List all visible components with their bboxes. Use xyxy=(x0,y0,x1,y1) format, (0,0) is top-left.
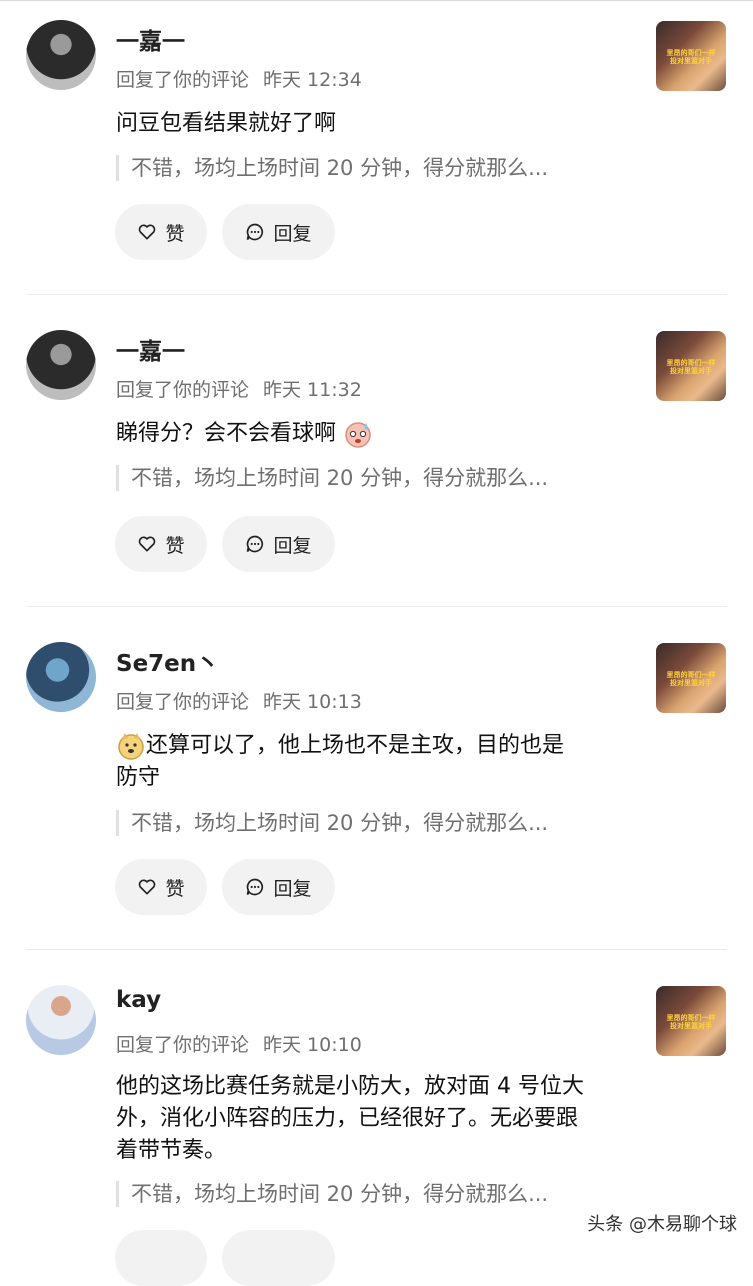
article-thumbnail[interactable]: 里昂的哥们一样 投对里篮对手 xyxy=(656,331,726,401)
like-button[interactable]: 赞 xyxy=(115,204,207,260)
avatar[interactable] xyxy=(26,20,96,90)
timestamp: 昨天 12:34 xyxy=(263,69,362,91)
reply-button[interactable] xyxy=(222,1230,335,1286)
chat-bubble-icon xyxy=(247,878,264,896)
comment-text-body: 睇得分？会不会看球啊 xyxy=(116,421,337,446)
chat-bubble-icon xyxy=(247,223,264,241)
action-text: 回复了你的评论 xyxy=(116,379,250,401)
reply-meta: 回复了你的评论 昨天 11:32 xyxy=(116,375,362,402)
timestamp: 昨天 11:32 xyxy=(263,379,362,401)
avatar[interactable] xyxy=(26,642,96,712)
thumbnail-caption: 里昂的哥们一样 投对里篮对手 xyxy=(666,359,716,375)
reply-label: 回复 xyxy=(273,877,312,900)
doge-emoji-icon xyxy=(118,733,144,760)
like-button[interactable]: 赞 xyxy=(115,859,207,915)
sweat-face-emoji-icon xyxy=(345,422,371,448)
quoted-comment[interactable]: 不错，场均上场时间 20 分钟，得分就那么... xyxy=(116,810,548,836)
username[interactable]: 一嘉一 xyxy=(116,332,185,366)
like-label: 赞 xyxy=(165,877,185,900)
quoted-comment[interactable]: 不错，场均上场时间 20 分钟，得分就那么... xyxy=(116,1181,548,1207)
divider xyxy=(26,606,727,607)
username[interactable]: Se7en丶 xyxy=(116,644,219,678)
action-text: 回复了你的评论 xyxy=(116,691,250,713)
comment-text: 睇得分？会不会看球啊 xyxy=(116,418,636,450)
comment-text-line: 他的这场比赛任务就是小防大，放对面 4 号位大 xyxy=(116,1074,584,1099)
top-border xyxy=(0,0,753,1)
thumbnail-caption: 里昂的哥们一样 投对里篮对手 xyxy=(666,671,716,687)
divider xyxy=(26,294,727,295)
comment-text-line: 着带节奏。 xyxy=(116,1138,227,1163)
divider xyxy=(26,949,727,950)
reply-button[interactable]: 回复 xyxy=(222,516,335,572)
username[interactable]: kay xyxy=(116,987,161,1013)
article-thumbnail[interactable]: 里昂的哥们一样 投对里篮对手 xyxy=(656,643,726,713)
reply-button[interactable]: 回复 xyxy=(222,859,335,915)
thumbnail-caption: 里昂的哥们一样 投对里篮对手 xyxy=(666,49,716,65)
reply-meta: 回复了你的评论 昨天 10:13 xyxy=(116,687,362,714)
reply-meta: 回复了你的评论 昨天 10:10 xyxy=(116,1030,362,1057)
reply-label: 回复 xyxy=(273,222,312,245)
comment-text: 问豆包看结果就好了啊 xyxy=(116,111,337,136)
quoted-comment[interactable]: 不错，场均上场时间 20 分钟，得分就那么... xyxy=(116,465,548,491)
comment-text-line: 还算可以了，他上场也不是主攻，目的也是 xyxy=(146,733,565,758)
avatar[interactable] xyxy=(26,985,96,1055)
heart-icon xyxy=(139,224,156,240)
reply-meta: 回复了你的评论 昨天 12:34 xyxy=(116,65,362,92)
comment-text: 还算可以了，他上场也不是主攻，目的也是 防守 xyxy=(116,730,636,794)
like-button[interactable] xyxy=(115,1230,207,1286)
comment-text-line: 外，消化小阵容的压力，已经很好了。无必要跟 xyxy=(116,1106,579,1131)
timestamp: 昨天 10:13 xyxy=(263,691,362,713)
reply-button[interactable]: 回复 xyxy=(222,204,335,260)
heart-icon xyxy=(139,879,156,895)
reply-label: 回复 xyxy=(273,534,312,557)
article-thumbnail[interactable]: 里昂的哥们一样 投对里篮对手 xyxy=(656,986,726,1056)
like-button[interactable]: 赞 xyxy=(115,516,207,572)
article-thumbnail[interactable]: 里昂的哥们一样 投对里篮对手 xyxy=(656,21,726,91)
timestamp: 昨天 10:10 xyxy=(263,1034,362,1056)
watermark: 头条 @木易聊个球 xyxy=(587,1214,737,1235)
chat-bubble-icon xyxy=(247,535,264,553)
username[interactable]: 一嘉一 xyxy=(116,22,185,56)
heart-icon xyxy=(139,536,156,552)
action-text: 回复了你的评论 xyxy=(116,69,250,91)
comment-text-line: 防守 xyxy=(116,765,161,790)
like-label: 赞 xyxy=(165,534,185,557)
action-text: 回复了你的评论 xyxy=(116,1034,250,1056)
comment-text: 他的这场比赛任务就是小防大，放对面 4 号位大 外，消化小阵容的压力，已经很好了… xyxy=(116,1071,636,1167)
quoted-comment[interactable]: 不错，场均上场时间 20 分钟，得分就那么... xyxy=(116,155,548,181)
like-label: 赞 xyxy=(165,222,185,245)
thumbnail-caption: 里昂的哥们一样 投对里篮对手 xyxy=(666,1014,716,1030)
avatar[interactable] xyxy=(26,330,96,400)
